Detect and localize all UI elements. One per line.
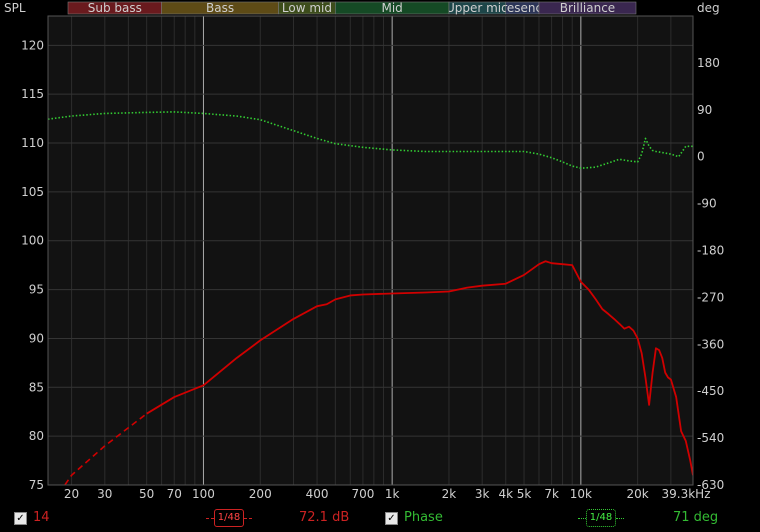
band-label: Brilliance xyxy=(560,1,615,15)
x-tick-label: 7k xyxy=(544,487,559,501)
smooth1-line-left xyxy=(206,518,214,519)
y-tick-label-left: 85 xyxy=(29,380,44,394)
spl-checkbox[interactable]: ✓ xyxy=(14,512,27,525)
band-label: Bass xyxy=(206,1,234,15)
y-tick-label-right: -450 xyxy=(697,384,724,398)
y-tick-label-right: 180 xyxy=(697,56,720,70)
band-label: Low mid xyxy=(282,1,332,15)
band-label: Upper mid xyxy=(446,1,509,15)
frequency-response-chart[interactable]: Sub bass Bass Low mid Mid Upper midPresence B… xyxy=(0,0,760,506)
x-tick-label: 400 xyxy=(306,487,329,501)
y-tick-label-left: 105 xyxy=(21,185,44,199)
y-tick-label-left: 75 xyxy=(29,478,44,492)
y-tick-label-left: 95 xyxy=(29,283,44,297)
x-tick-label: 4k xyxy=(498,487,513,501)
phase-smoothing-button[interactable]: 1/48 xyxy=(586,509,616,527)
y-tick-label-right: -90 xyxy=(697,197,717,211)
y-tick-label-left: 110 xyxy=(21,136,44,150)
phase-label: Phase xyxy=(404,510,443,525)
x-tick-label: 700 xyxy=(351,487,374,501)
phase-checkbox[interactable]: ✓ xyxy=(385,512,398,525)
x-tick-label: 100 xyxy=(192,487,215,501)
x-tick-label: 3k xyxy=(475,487,490,501)
y-tick-label-left: 100 xyxy=(21,234,44,248)
smooth2-line-right xyxy=(616,518,624,519)
x-tick-label: 5k xyxy=(517,487,532,501)
x-tick-label: 1k xyxy=(385,487,400,501)
x-tick-label: 70 xyxy=(167,487,182,501)
band-label: Mid xyxy=(381,1,402,15)
footer-bar: ✓ 14 1/48 72.1 dB ✓ Phase 1/48 71 deg xyxy=(0,506,760,532)
x-tick-label: 50 xyxy=(139,487,154,501)
y-tick-label-left: 120 xyxy=(21,38,44,52)
smooth2-line-left xyxy=(578,518,586,519)
x-tick-label: 30 xyxy=(97,487,112,501)
y-tick-label-left: 90 xyxy=(29,331,44,345)
x-tick-label: 10k xyxy=(570,487,592,501)
y-tick-label-right: -270 xyxy=(697,290,724,304)
y-tick-label-right: 90 xyxy=(697,103,712,117)
left-value: 14 xyxy=(33,510,50,525)
band-label: Sub bass xyxy=(88,1,142,15)
x-tick-label: 20k xyxy=(627,487,649,501)
x-tick-label: 39.3kHz xyxy=(662,487,711,501)
plot-area xyxy=(48,16,693,485)
spl-smoothing-button[interactable]: 1/48 xyxy=(214,509,244,527)
smooth1-line-right xyxy=(244,518,252,519)
y-tick-label-left: 80 xyxy=(29,429,44,443)
phase-readout: 71 deg xyxy=(673,510,719,525)
y-tick-label-right: 0 xyxy=(697,150,705,164)
y-tick-label-left: 115 xyxy=(21,87,44,101)
x-tick-label: 2k xyxy=(442,487,457,501)
y-tick-label-right: -360 xyxy=(697,337,724,351)
left-axis-title: SPL xyxy=(4,1,26,15)
spl-readout: 72.1 dB xyxy=(299,510,350,525)
y-tick-label-right: -180 xyxy=(697,244,724,258)
x-tick-label: 200 xyxy=(249,487,272,501)
right-axis-title: deg xyxy=(697,1,720,15)
y-tick-label-right: -540 xyxy=(697,431,724,445)
x-tick-label: 20 xyxy=(64,487,79,501)
